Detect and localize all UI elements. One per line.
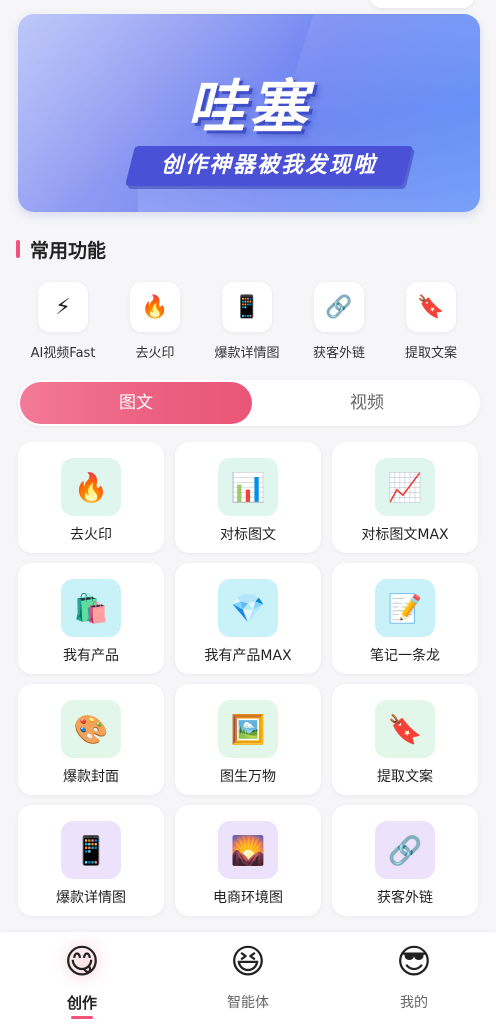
quick-action-label: 提取文案 (404, 346, 457, 361)
banner-title: 哇塞 (186, 73, 311, 141)
nav-label: 我的 (400, 995, 428, 1011)
phone-icon: 📱 (61, 821, 121, 879)
tool-card-label: 获客外链 (377, 890, 433, 906)
tool-card-label: 爆款详情图 (56, 890, 126, 906)
tab-video[interactable]: 视频 (254, 380, 480, 426)
tool-card-detail-image[interactable]: 📱 爆款详情图 (18, 805, 164, 916)
bar-chart-icon: 📊 (218, 458, 278, 516)
tool-card-label: 对标图文 (220, 527, 276, 543)
nav-item-agents[interactable]: 😆 智能体 (188, 942, 308, 1012)
tool-card-my-product[interactable]: 🛍️ 我有产品 (18, 563, 164, 674)
palette-icon: 🎨 (61, 700, 121, 758)
memo-icon: 📝 (375, 579, 435, 637)
quick-action-ai-video-fast[interactable]: ⚡ AI视频Fast (15, 282, 111, 361)
content-type-tabs: 图文 视频 (18, 380, 480, 426)
link-icon: 🔗 (314, 282, 364, 332)
quick-action-label: AI视频Fast (30, 346, 96, 361)
tool-card-extract-copy[interactable]: 🔖 提取文案 (332, 684, 478, 795)
banner-subtitle-ribbon: 创作神器被我发现啦 (125, 146, 413, 186)
yum-face-icon: 😋 (64, 942, 100, 982)
tool-card-ecommerce-scene[interactable]: 🌄 电商环境图 (175, 805, 321, 916)
tool-card-label: 我有产品 (63, 648, 119, 664)
shopping-bags-icon: 🛍️ (61, 579, 121, 637)
nav-item-profile[interactable]: 😎 我的 (354, 942, 474, 1012)
fire-icon: 🔥 (130, 282, 180, 332)
quick-action-label: 去火印 (135, 346, 175, 361)
nav-item-create[interactable]: 😋 创作 (22, 942, 142, 1019)
quick-action-lead-link[interactable]: 🔗 获客外链 (291, 282, 387, 361)
tool-card-label: 笔记一条龙 (370, 648, 440, 664)
tool-card-label: 图生万物 (220, 769, 276, 785)
gem-icon: 💎 (218, 579, 278, 637)
quick-action-extract-copy[interactable]: 🔖 提取文案 (383, 282, 479, 361)
bookmark-tag-icon: 🔖 (406, 282, 456, 332)
tool-card-viral-cover[interactable]: 🎨 爆款封面 (18, 684, 164, 795)
tool-card-label: 去火印 (70, 527, 112, 543)
phone-icon: 📱 (222, 282, 272, 332)
laughing-face-icon: 😆 (230, 942, 266, 982)
promo-banner[interactable]: 哇塞 创作神器被我发现啦 (18, 14, 480, 212)
banner-subtitle: 创作神器被我发现啦 (160, 153, 377, 178)
quick-action-remove-watermark[interactable]: 🔥 去火印 (107, 282, 203, 361)
tool-card-label: 对标图文MAX (361, 527, 449, 543)
tool-card-label: 我有产品MAX (204, 648, 292, 664)
bookmark-tag-icon: 🔖 (375, 700, 435, 758)
tool-card-label: 电商环境图 (213, 890, 283, 906)
link-icon: 🔗 (375, 821, 435, 879)
tool-card-benchmark-post[interactable]: 📊 对标图文 (175, 442, 321, 553)
quick-action-label: 爆款详情图 (214, 346, 280, 361)
top-pill (370, 0, 474, 8)
nav-active-indicator (71, 1016, 93, 1019)
tool-card-my-product-max[interactable]: 💎 我有产品MAX (175, 563, 321, 674)
section-accent-bar (16, 240, 20, 258)
fire-icon: 🔥 (61, 458, 121, 516)
framed-picture-icon: 🖼️ (218, 700, 278, 758)
bottom-nav: 😋 创作 😆 智能体 😎 我的 (0, 932, 496, 1024)
quick-actions: ⚡ AI视频Fast 🔥 去火印 📱 爆款详情图 🔗 获客外链 🔖 提取文案 (0, 282, 496, 362)
trend-chart-icon: 📈 (375, 458, 435, 516)
section-header: 常用功能 (16, 236, 106, 262)
tool-card-benchmark-post-max[interactable]: 📈 对标图文MAX (332, 442, 478, 553)
nav-label: 创作 (66, 994, 97, 1012)
tool-card-label: 爆款封面 (63, 769, 119, 785)
nav-label: 智能体 (227, 995, 269, 1011)
tool-card-image-to-anything[interactable]: 🖼️ 图生万物 (175, 684, 321, 795)
sunglasses-face-icon: 😎 (396, 942, 432, 982)
sunrise-icon: 🌄 (218, 821, 278, 879)
tool-card-remove-watermark[interactable]: 🔥 去火印 (18, 442, 164, 553)
section-title: 常用功能 (30, 239, 107, 262)
tool-card-note-pipeline[interactable]: 📝 笔记一条龙 (332, 563, 478, 674)
tool-card-label: 提取文案 (377, 769, 433, 785)
tab-image-text[interactable]: 图文 (20, 382, 252, 424)
quick-action-detail-image[interactable]: 📱 爆款详情图 (199, 282, 295, 361)
tool-card-lead-link[interactable]: 🔗 获客外链 (332, 805, 478, 916)
quick-action-label: 获客外链 (312, 346, 365, 361)
lightning-icon: ⚡ (38, 282, 88, 332)
